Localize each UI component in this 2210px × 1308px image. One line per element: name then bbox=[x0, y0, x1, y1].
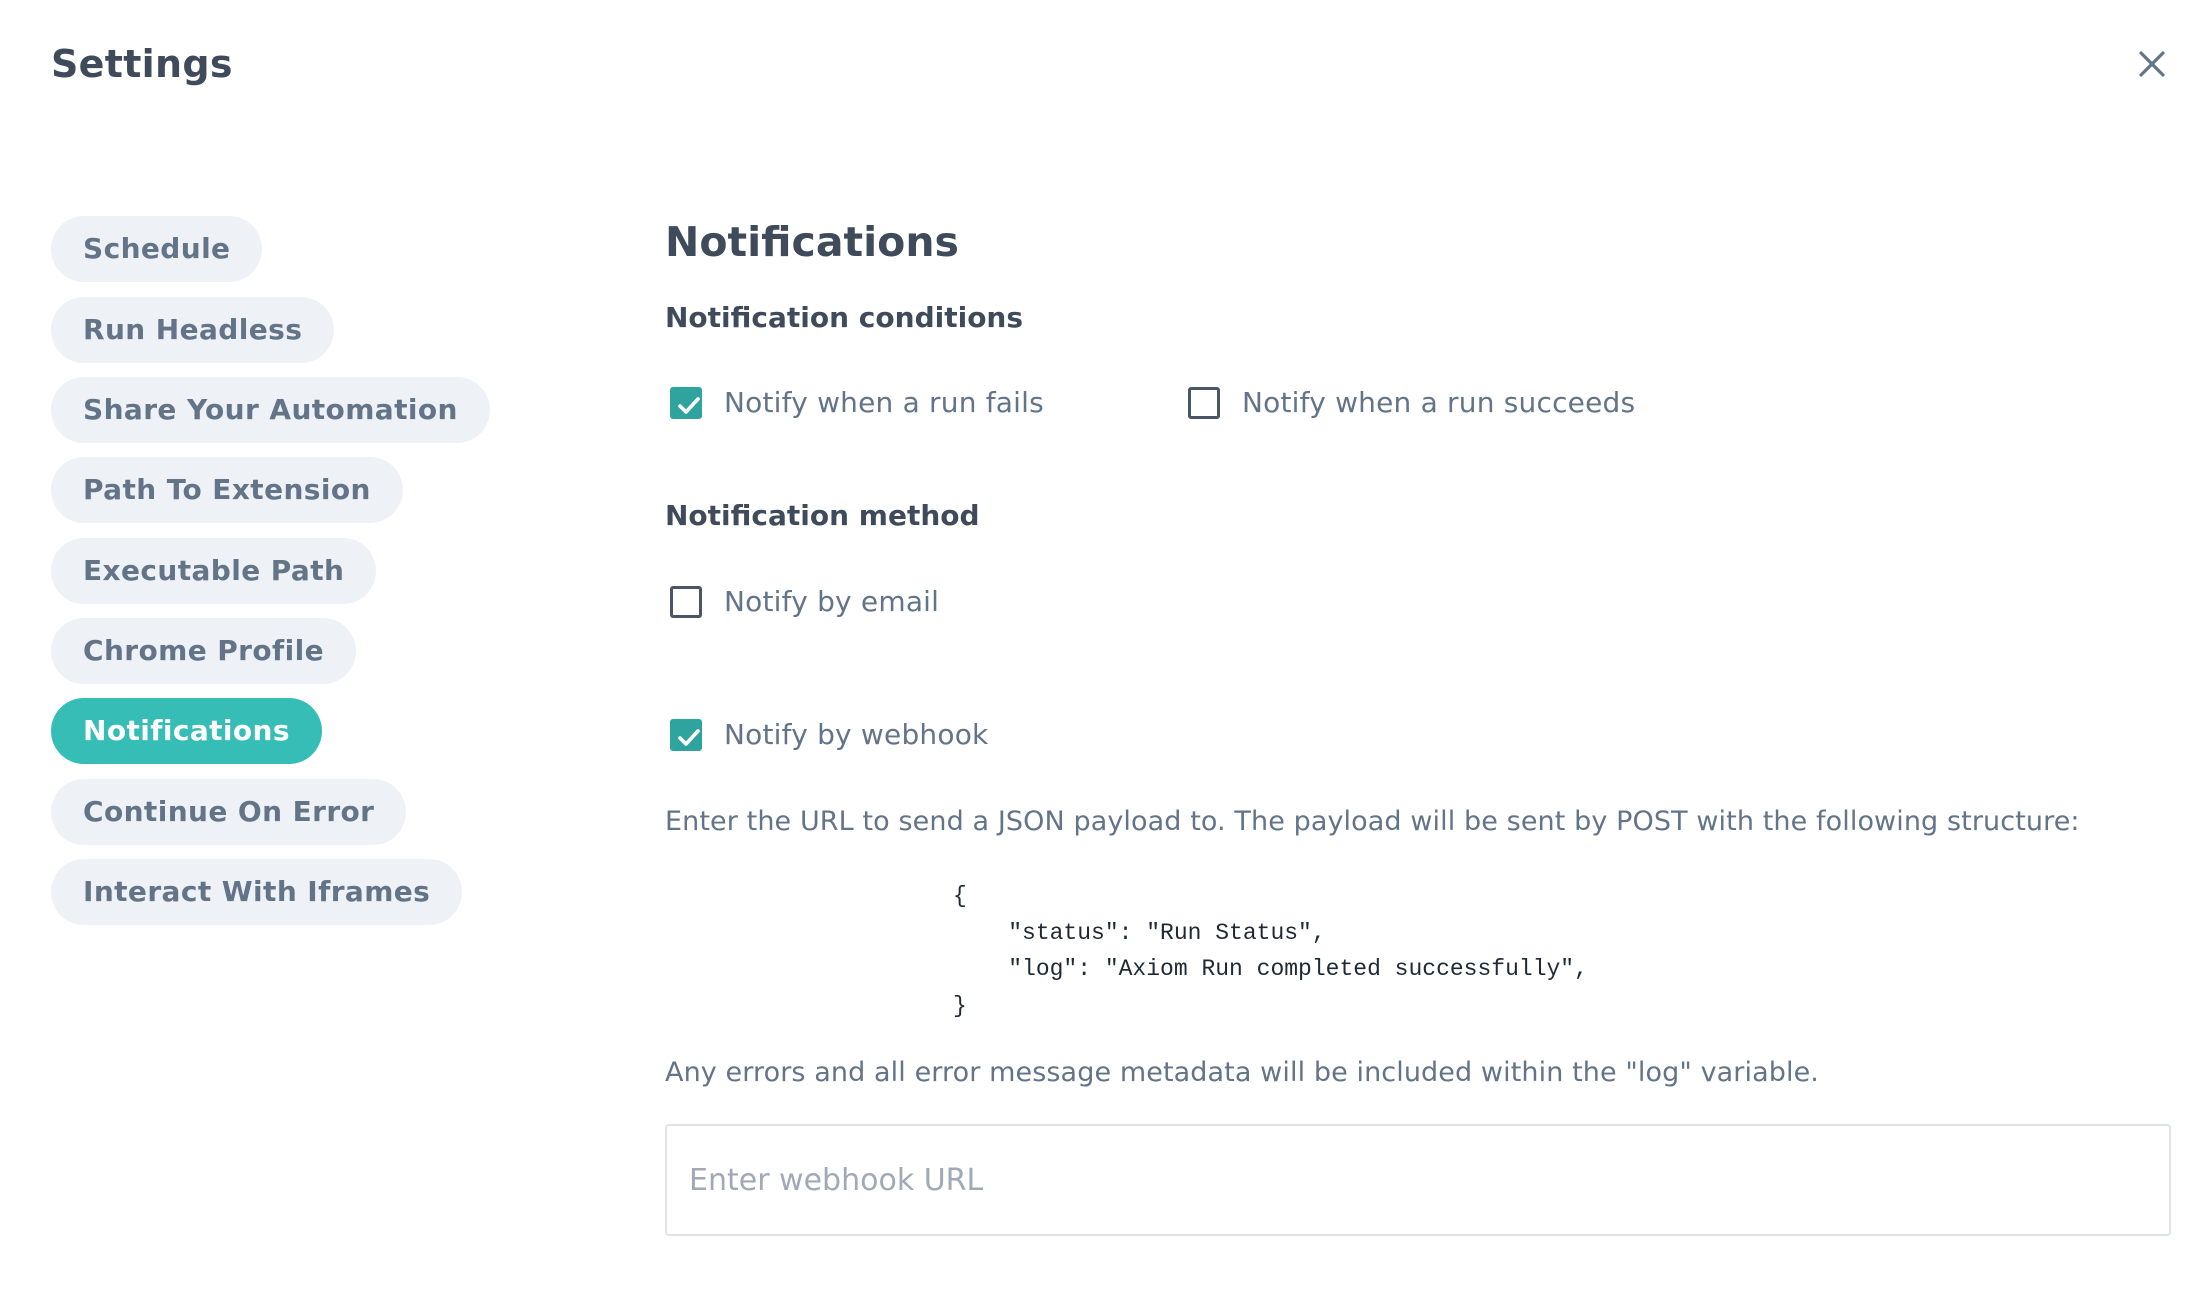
sidebar-item-notifications[interactable]: Notifications bbox=[51, 698, 322, 764]
sidebar-item-share-your-automation[interactable]: Share Your Automation bbox=[51, 377, 490, 443]
sidebar-item-chrome-profile[interactable]: Chrome Profile bbox=[51, 618, 356, 684]
payload-example-code: { "status": "Run Status", "log": "Axiom … bbox=[953, 883, 1588, 1019]
notify-succeeds-checkbox[interactable] bbox=[1188, 387, 1220, 419]
notify-email-checkbox-row[interactable]: Notify by email bbox=[665, 582, 939, 622]
close-button[interactable] bbox=[2132, 44, 2172, 84]
sidebar-item-path-to-extension[interactable]: Path To Extension bbox=[51, 457, 403, 523]
check-icon bbox=[678, 729, 700, 746]
sidebar-item-executable-path[interactable]: Executable Path bbox=[51, 538, 377, 604]
notify-webhook-checkbox[interactable] bbox=[670, 719, 702, 751]
conditions-heading: Notification conditions bbox=[665, 301, 1024, 334]
log-note: Any errors and all error message metadat… bbox=[665, 1057, 1819, 1088]
notify-email-checkbox[interactable] bbox=[670, 586, 702, 618]
notify-fails-checkbox-row[interactable]: Notify when a run fails bbox=[665, 383, 1044, 423]
notify-succeeds-label: Notify when a run succeeds bbox=[1242, 386, 1636, 419]
section-title: Notifications bbox=[665, 218, 959, 266]
notify-succeeds-checkbox-row[interactable]: Notify when a run succeeds bbox=[1183, 383, 1635, 423]
notify-webhook-label: Notify by webhook bbox=[724, 718, 989, 751]
sidebar-item-interact-with-iframes[interactable]: Interact With Iframes bbox=[51, 859, 463, 925]
notify-fails-checkbox[interactable] bbox=[670, 387, 702, 419]
notify-email-label: Notify by email bbox=[724, 585, 940, 618]
check-icon bbox=[678, 397, 700, 414]
page-title: Settings bbox=[51, 42, 233, 86]
close-icon[interactable] bbox=[2132, 44, 2172, 84]
sidebar-item-continue-on-error[interactable]: Continue On Error bbox=[51, 779, 407, 845]
webhook-url-input[interactable] bbox=[665, 1124, 2171, 1236]
sidebar-item-run-headless[interactable]: Run Headless bbox=[51, 297, 335, 363]
sidebar-item-schedule[interactable]: Schedule bbox=[51, 216, 263, 282]
method-heading: Notification method bbox=[665, 499, 980, 532]
notify-webhook-checkbox-row[interactable]: Notify by webhook bbox=[665, 715, 988, 755]
webhook-description: Enter the URL to send a JSON payload to.… bbox=[665, 806, 2080, 837]
notify-fails-label: Notify when a run fails bbox=[724, 386, 1044, 419]
